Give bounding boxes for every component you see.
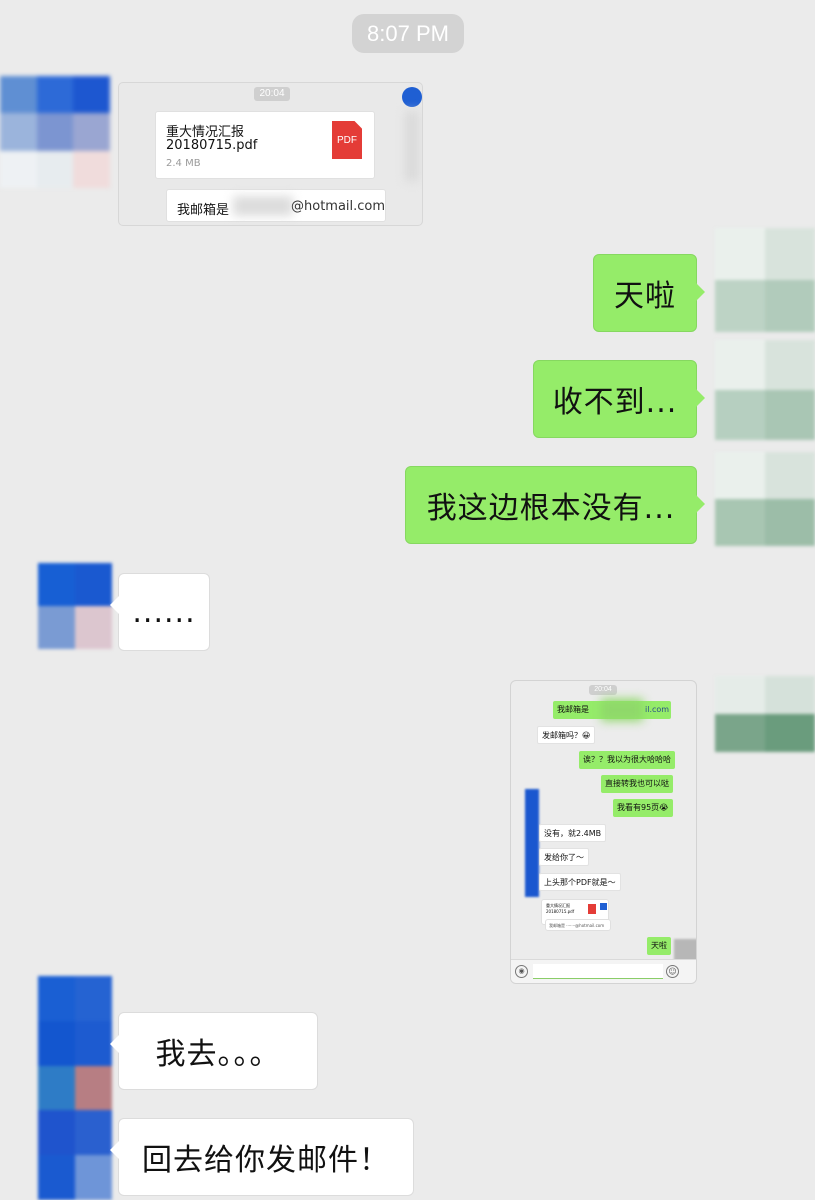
file-size: 2.4 MB [166,158,201,169]
message-text: 回去给你发邮件！ [142,1143,390,1178]
email-suffix: @hotmail.com [291,199,386,214]
mini-text-field [533,964,663,979]
mini-bubble: 发邮箱吗？😀 [537,726,596,744]
message-text: ...... [132,594,196,630]
avatar-self[interactable] [715,340,815,440]
mini-bubble: 发给你了～ [539,848,589,866]
message-bubble-sent[interactable]: 我这边根本没有... [405,466,705,544]
timestamp-pill: 8:07 PM [352,14,464,53]
mini-pdf-icon [588,904,596,914]
screenshot-time: 20:04 [589,685,617,695]
email-prefix: 我邮箱是 [177,203,230,218]
mini-input-bar: ◉ ☺ [511,959,696,983]
mini-bubble: 诶？？我以为很大哈哈哈 [579,751,675,769]
file-card[interactable]: 重大情况汇报 20180715.pdf 2.4 MB PDF [155,111,375,179]
avatar-self[interactable] [715,676,815,752]
mini-bubble: 天啦 [647,937,671,955]
mini-bubble: 上头那个PDF就是～ [539,873,621,891]
avatar-contact[interactable] [38,563,112,649]
screenshot-time: 20:04 [254,87,290,101]
mini-email-tail: il.com [645,705,670,714]
message-bubble-received[interactable]: ...... [110,573,210,651]
email-bubble: 我邮箱是 @hotmail.com [166,189,386,222]
voice-icon: ◉ [515,965,528,978]
screenshot-image-2[interactable]: 20:04 我邮箱是 il.com 发邮箱吗？😀 诶？？我以为很大哈哈哈 直接转… [510,680,697,984]
avatar-self[interactable] [715,452,815,546]
message-bubble-sent[interactable]: 收不到... [533,360,705,438]
avatar-self[interactable] [715,228,815,332]
message-bubble-sent[interactable]: 天啦 [593,254,705,332]
mini-bubble: 直接转我也可以哒 [601,775,673,793]
mini-bubble: 我看有95页😭 [613,799,673,817]
file-title-line2: 20180715.pdf [166,138,258,153]
mini-avatar-contact [525,789,539,897]
message-text: 收不到... [552,385,678,420]
message-bubble-received[interactable]: 回去给你发邮件！ [110,1118,414,1196]
contact-avatar-small [402,87,422,107]
message-text: 天啦 [614,279,676,314]
email-blur [233,196,293,216]
mini-email-card: 我邮箱是 ·······@hotmail.com [545,919,611,931]
mini-bubble: 没有，就2.4MB [539,824,607,842]
avatar-contact[interactable] [0,76,110,188]
emoji-icon: ☺ [666,965,679,978]
message-text: 我去。。。 [155,1037,281,1072]
pdf-icon: PDF [332,121,362,159]
avatar-contact[interactable] [38,976,112,1200]
screenshot-image-1[interactable]: 20:04 重大情况汇报 20180715.pdf 2.4 MB PDF 我邮箱… [118,82,423,226]
blurred-edge [405,111,419,181]
message-text: 我这边根本没有... [426,491,676,526]
mini-email-blur [601,699,643,721]
message-bubble-received[interactable]: 我去。。。 [110,1012,318,1090]
